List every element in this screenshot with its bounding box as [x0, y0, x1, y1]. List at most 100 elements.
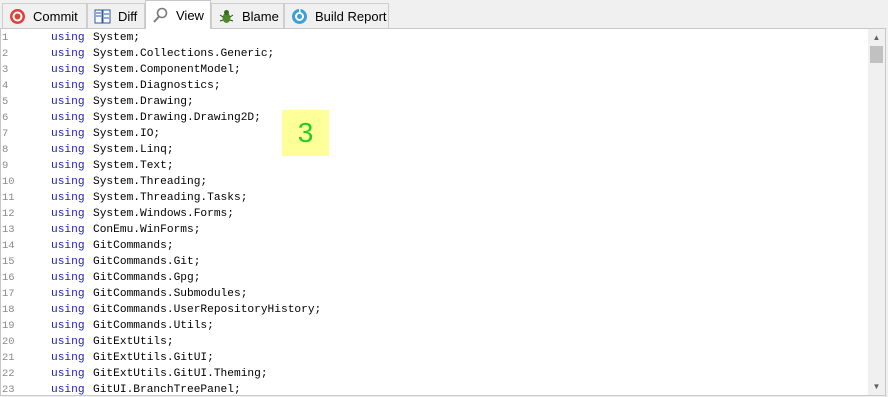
line-number: 11 [2, 192, 15, 204]
keyword-using: using [51, 240, 85, 252]
keyword-using: using [51, 192, 85, 204]
namespace-text: GitUI.BranchTreePanel; [93, 384, 241, 396]
namespace-text: GitCommands.Utils; [93, 320, 214, 332]
tab-label: View [176, 7, 204, 23]
keyword-using: using [51, 384, 85, 396]
namespace-text: GitCommands.Gpg; [93, 272, 201, 284]
code-line: 20 using GitExtUtils; [1, 334, 861, 350]
namespace-text: System.Text; [93, 160, 174, 172]
code-line: 23 using GitUI.BranchTreePanel; [1, 382, 861, 396]
tab-label: Diff [118, 8, 138, 24]
line-number: 2 [2, 48, 9, 60]
code-line: 7 using System.IO; [1, 126, 861, 142]
line-number: 12 [2, 208, 15, 220]
line-number: 23 [2, 384, 15, 396]
line-number: 17 [2, 288, 15, 300]
namespace-text: System.Drawing.Drawing2D; [93, 112, 261, 124]
namespace-text: System.ComponentModel; [93, 64, 241, 76]
namespace-text: System.Drawing; [93, 96, 194, 108]
keyword-using: using [51, 144, 85, 156]
code-line: 15 using GitCommands.Git; [1, 254, 861, 270]
code-line: 21 using GitExtUtils.GitUI; [1, 350, 861, 366]
code-editor[interactable]: 1 using System; 2 using System.Collections.Ge… [0, 28, 886, 396]
blame-bug-icon [218, 8, 235, 25]
keyword-using: using [51, 272, 85, 284]
line-number: 7 [2, 128, 9, 140]
keyword-using: using [51, 352, 85, 364]
line-number: 22 [2, 368, 15, 380]
code-line: 13 using ConEmu.WinForms; [1, 222, 861, 238]
keyword-using: using [51, 160, 85, 172]
tab-label: Commit [33, 8, 78, 24]
diff-icon [94, 8, 111, 25]
namespace-text: System.Linq; [93, 144, 174, 156]
tab-view[interactable]: View [145, 0, 211, 29]
keyword-using: using [51, 336, 85, 348]
code-line: 9 using System.Text; [1, 158, 861, 174]
keyword-using: using [51, 208, 85, 220]
line-number: 1 [2, 32, 9, 44]
namespace-text: System.Collections.Generic; [93, 48, 275, 60]
code-line: 2 using System.Collections.Generic; [1, 46, 861, 62]
scroll-up-icon[interactable]: ▲ [868, 29, 885, 46]
namespace-text: GitExtUtils.GitUI; [93, 352, 214, 364]
line-number: 16 [2, 272, 15, 284]
namespace-text: System.Threading.Tasks; [93, 192, 248, 204]
scroll-down-icon[interactable]: ▼ [868, 378, 885, 395]
line-number: 10 [2, 176, 15, 188]
keyword-using: using [51, 224, 85, 236]
namespace-text: System.Threading; [93, 176, 208, 188]
namespace-text: GitExtUtils; [93, 336, 174, 348]
commit-icon [9, 8, 26, 25]
tab-build-report[interactable]: Build Report [284, 3, 389, 28]
tab-blame[interactable]: Blame [211, 3, 284, 28]
tab-label: Blame [242, 8, 279, 24]
keyword-using: using [51, 320, 85, 332]
tab-diff[interactable]: Diff [87, 3, 145, 28]
keyword-using: using [51, 304, 85, 316]
keyword-using: using [51, 288, 85, 300]
tab-bar: Commit Diff View Blame Build Report [0, 0, 888, 29]
namespace-text: System.Diagnostics; [93, 80, 221, 92]
keyword-using: using [51, 256, 85, 268]
code-line: 4 using System.Diagnostics; [1, 78, 861, 94]
namespace-text: GitCommands.Submodules; [93, 288, 248, 300]
view-search-icon [152, 7, 169, 24]
tab-label: Build Report [315, 8, 387, 24]
line-number: 8 [2, 144, 9, 156]
keyword-using: using [51, 112, 85, 124]
namespace-text: GitCommands.UserRepositoryHistory; [93, 304, 322, 316]
code-line: 14 using GitCommands; [1, 238, 861, 254]
keyword-using: using [51, 128, 85, 140]
namespace-text: GitCommands.Git; [93, 256, 201, 268]
vertical-scrollbar[interactable]: ▲ ▼ [868, 29, 885, 395]
code-line: 10 using System.Threading; [1, 174, 861, 190]
code-line: 19 using GitCommands.Utils; [1, 318, 861, 334]
namespace-text: System; [93, 32, 140, 44]
line-number: 14 [2, 240, 15, 252]
code-line: 5 using System.Drawing; [1, 94, 861, 110]
tab-commit[interactable]: Commit [2, 3, 87, 28]
code-line: 3 using System.ComponentModel; [1, 62, 861, 78]
namespace-text: GitCommands; [93, 240, 174, 252]
code-line: 11 using System.Threading.Tasks; [1, 190, 861, 206]
line-number: 5 [2, 96, 9, 108]
keyword-using: using [51, 80, 85, 92]
overlay-badge: 3 [282, 110, 329, 156]
code-line: 16 using GitCommands.Gpg; [1, 270, 861, 286]
line-number: 20 [2, 336, 15, 348]
namespace-text: GitExtUtils.GitUI.Theming; [93, 368, 268, 380]
line-number: 3 [2, 64, 9, 76]
line-number: 9 [2, 160, 9, 172]
build-report-icon [291, 8, 308, 25]
code-line: 6 using System.Drawing.Drawing2D; [1, 110, 861, 126]
code-line: 17 using GitCommands.Submodules; [1, 286, 861, 302]
keyword-using: using [51, 48, 85, 60]
namespace-text: System.IO; [93, 128, 161, 140]
line-number: 13 [2, 224, 15, 236]
scroll-thumb[interactable] [870, 46, 883, 63]
line-number: 21 [2, 352, 15, 364]
code-line: 8 using System.Linq; [1, 142, 861, 158]
keyword-using: using [51, 368, 85, 380]
line-number: 18 [2, 304, 15, 316]
